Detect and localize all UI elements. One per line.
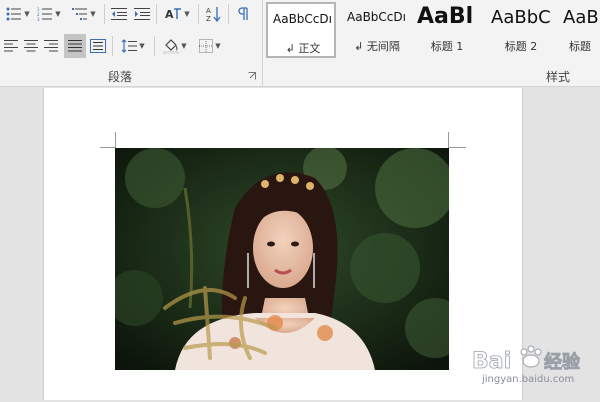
paragraph-mark-icon [238,7,248,20]
sort-button[interactable]: AZ [204,4,224,24]
svg-text:A: A [206,7,211,15]
watermark-url: jingyan.baidu.com [482,374,575,385]
baidu-logo: Bai 经验 [472,345,581,374]
show-marks-button[interactable] [234,4,254,24]
style-sample: AaBbCcDı [273,12,332,26]
chevron-down-icon[interactable]: ▼ [90,10,95,18]
svg-text:3: 3 [37,17,40,21]
portrait-photo [115,148,449,370]
dialog-launcher-icon[interactable] [248,72,256,80]
margin-crop-mark [100,132,116,148]
svg-text:Bai: Bai [472,349,511,374]
paragraph-group: ▼ 1 2 3 ▼ ▼ A ▼ AZ ▼ ▼ ▼ 段落 [0,0,263,86]
bullet-list-button[interactable]: ▼ [4,4,32,24]
inserted-picture[interactable] [115,148,449,370]
sort-icon: AZ [206,7,221,22]
style-no-spacing[interactable]: AaBbCcDı ↲ 无间隔 [342,2,412,58]
style-sample: AaBbC [491,7,551,28]
chevron-down-icon[interactable]: ▼ [24,10,29,18]
chinese-layout-icon: A [165,8,182,21]
style-sample: AaBbCcDı [347,10,406,24]
distributed-button[interactable] [88,36,108,56]
align-center-button[interactable] [22,36,40,56]
line-spacing-icon [121,39,138,53]
align-right-button[interactable] [42,36,60,56]
distributed-align-icon [90,39,106,53]
style-name: 标题 [569,40,591,53]
align-center-icon [24,40,38,52]
paragraph-group-label: 段落 [107,70,132,84]
styles-group-label: 样式 [545,70,570,84]
style-title[interactable]: AaB 标题 [558,2,600,58]
decrease-indent-icon [111,8,127,20]
justify-icon [68,40,82,52]
align-left-button[interactable] [2,36,20,56]
style-name: ↲ 正文 [285,42,321,55]
paint-bucket-icon [164,39,179,54]
increase-indent-icon [134,8,150,20]
multilevel-list-icon [72,8,88,20]
ribbon: ▼ 1 2 3 ▼ ▼ A ▼ AZ ▼ ▼ ▼ 段落 AaBbCcDı ↲ 正… [0,0,600,87]
shading-button[interactable]: ▼ [160,36,190,56]
line-spacing-button[interactable]: ▼ [118,36,148,56]
align-right-icon [44,40,58,52]
chevron-down-icon[interactable]: ▼ [139,42,144,50]
style-heading-2[interactable]: AaBbC 标题 2 [486,2,556,58]
style-name: 标题 2 [504,40,538,53]
paw-icon [520,345,542,368]
chevron-down-icon[interactable]: ▼ [55,10,60,18]
svg-text:经验: 经验 [544,351,581,373]
align-left-icon [4,40,18,52]
borders-icon [199,39,214,53]
svg-text:A: A [165,8,174,21]
justify-button[interactable] [64,34,86,58]
style-normal[interactable]: AaBbCcDı ↲ 正文 [266,2,336,58]
bullet-list-icon [6,7,22,21]
chevron-down-icon[interactable]: ▼ [184,10,189,18]
decrease-indent-button[interactable] [109,4,129,24]
svg-text:Z: Z [206,15,211,22]
style-name: ↲ 无间隔 [354,40,400,53]
numbered-list-icon: 123 [37,7,53,21]
baidu-jingyan-watermark: Bai 经验 jingyan.baidu.com [470,336,594,398]
chevron-down-icon[interactable]: ▼ [215,42,220,50]
numbered-list-button[interactable]: 1 2 3 ▼ [34,4,64,24]
style-sample: AaB [563,7,599,28]
style-name: 标题 1 [430,40,464,53]
multilevel-list-button[interactable]: ▼ [68,4,100,24]
style-sample: AaBl [417,4,474,29]
chinese-layout-button[interactable]: A ▼ [162,4,192,24]
styles-gallery: AaBbCcDı ↲ 正文 AaBbCcDı ↲ 无间隔 AaBl 标题 1 A… [264,0,600,86]
style-heading-1[interactable]: AaBl 标题 1 [412,2,482,58]
chevron-down-icon[interactable]: ▼ [181,42,186,50]
borders-button[interactable]: ▼ [194,36,226,56]
increase-indent-button[interactable] [132,4,152,24]
margin-crop-mark [448,132,466,148]
